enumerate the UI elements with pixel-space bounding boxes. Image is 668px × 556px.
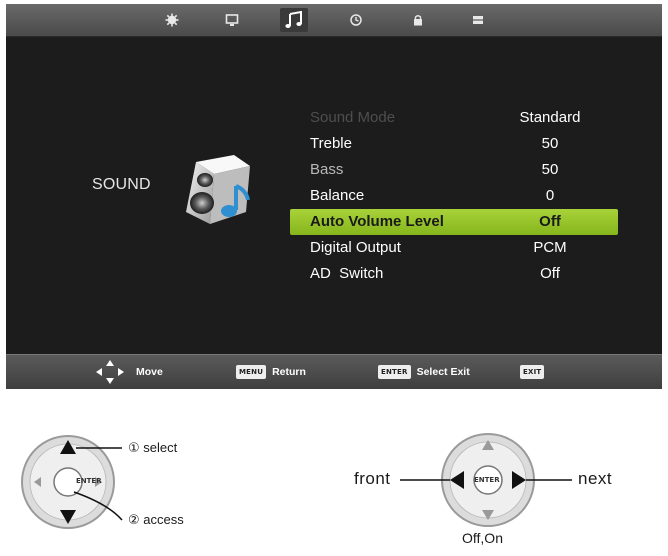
picture-icon — [165, 13, 179, 27]
menu-item-value: 0 — [545, 187, 555, 204]
speaker-icon — [174, 152, 270, 235]
tab-lock[interactable] — [404, 8, 432, 32]
menu-item-label: Treble — [310, 135, 352, 152]
hint-exit: EXIT — [520, 355, 550, 389]
enter-key: ENTER — [378, 365, 411, 379]
menu-tab-bar — [6, 4, 662, 37]
front-annotation: front — [354, 469, 391, 488]
enter-button-label: ENTER — [474, 476, 500, 484]
screen-icon — [225, 14, 239, 26]
menu-item-digital-output[interactable]: Digital Output PCM — [290, 235, 618, 261]
tab-sound[interactable] — [280, 8, 308, 32]
menu-item-sound-mode[interactable]: Sound Mode Standard — [290, 105, 618, 131]
remote-dpad-diagram-horizontal: ENTER front next Off,On — [350, 426, 640, 546]
menu-item-value: Standard — [519, 109, 581, 126]
menu-hint-bar: Move MENU Return ENTER Select Exit EXIT — [6, 354, 662, 389]
hint-select: ENTER Select Exit — [378, 355, 470, 389]
menu-item-value: Off — [540, 265, 560, 282]
hint-select-label: Select Exit — [416, 366, 470, 378]
menu-item-label: Bass — [310, 161, 344, 178]
menu-item-label: AD Switch — [310, 265, 384, 282]
tab-picture[interactable] — [158, 8, 186, 32]
menu-item-ad-switch[interactable]: AD Switch Off — [290, 261, 618, 287]
menu-item-value: 50 — [541, 161, 559, 178]
tab-setup[interactable] — [464, 8, 492, 32]
menu-item-bass[interactable]: Bass 50 — [290, 157, 618, 183]
menu-item-treble[interactable]: Treble 50 — [290, 131, 618, 157]
menu-item-label: Digital Output — [310, 239, 401, 256]
music-note-icon — [285, 11, 302, 28]
dpad-arrows-icon — [96, 360, 124, 384]
menu-key: MENU — [236, 365, 267, 379]
menu-item-value: PCM — [533, 239, 567, 256]
menu-item-label: Balance — [310, 187, 365, 204]
menu-item-value: 50 — [541, 135, 559, 152]
tab-screen[interactable] — [218, 8, 246, 32]
hint-move: Move — [94, 355, 163, 389]
hint-return-label: Return — [272, 366, 306, 378]
lock-icon — [414, 15, 422, 26]
off-on-annotation: Off,On — [462, 530, 503, 546]
menu-item-balance[interactable]: Balance 0 — [290, 183, 618, 209]
next-annotation: next — [578, 469, 613, 488]
menu-item-label: Auto Volume Level — [310, 213, 444, 230]
sound-settings-menu: Sound Mode Standard Treble 50 Bass 50 Ba… — [290, 105, 618, 287]
menu-item-label: Sound Mode — [310, 109, 396, 126]
select-annotation: ① select — [128, 440, 178, 455]
menu-item-value: Off — [539, 213, 561, 230]
enter-button-label: ENTER — [76, 477, 102, 485]
remote-dpad-diagram-vertical: ENTER ① select ② access — [18, 426, 218, 551]
menu-item-auto-volume-level[interactable]: Auto Volume Level Off — [290, 209, 618, 235]
tv-menu-screen: SOUND Sound Mode Standard Treble 50 Bass… — [6, 4, 662, 389]
exit-key: EXIT — [520, 365, 545, 379]
hint-return: MENU Return — [236, 355, 306, 389]
tab-time[interactable] — [342, 8, 370, 32]
clock-icon — [350, 14, 362, 26]
menu-content-area: SOUND Sound Mode Standard Treble 50 Bass… — [6, 37, 662, 354]
hint-move-label: Move — [136, 366, 163, 378]
section-title: SOUND — [92, 176, 151, 193]
access-annotation: ② access — [128, 512, 184, 527]
setup-icon — [473, 16, 483, 24]
